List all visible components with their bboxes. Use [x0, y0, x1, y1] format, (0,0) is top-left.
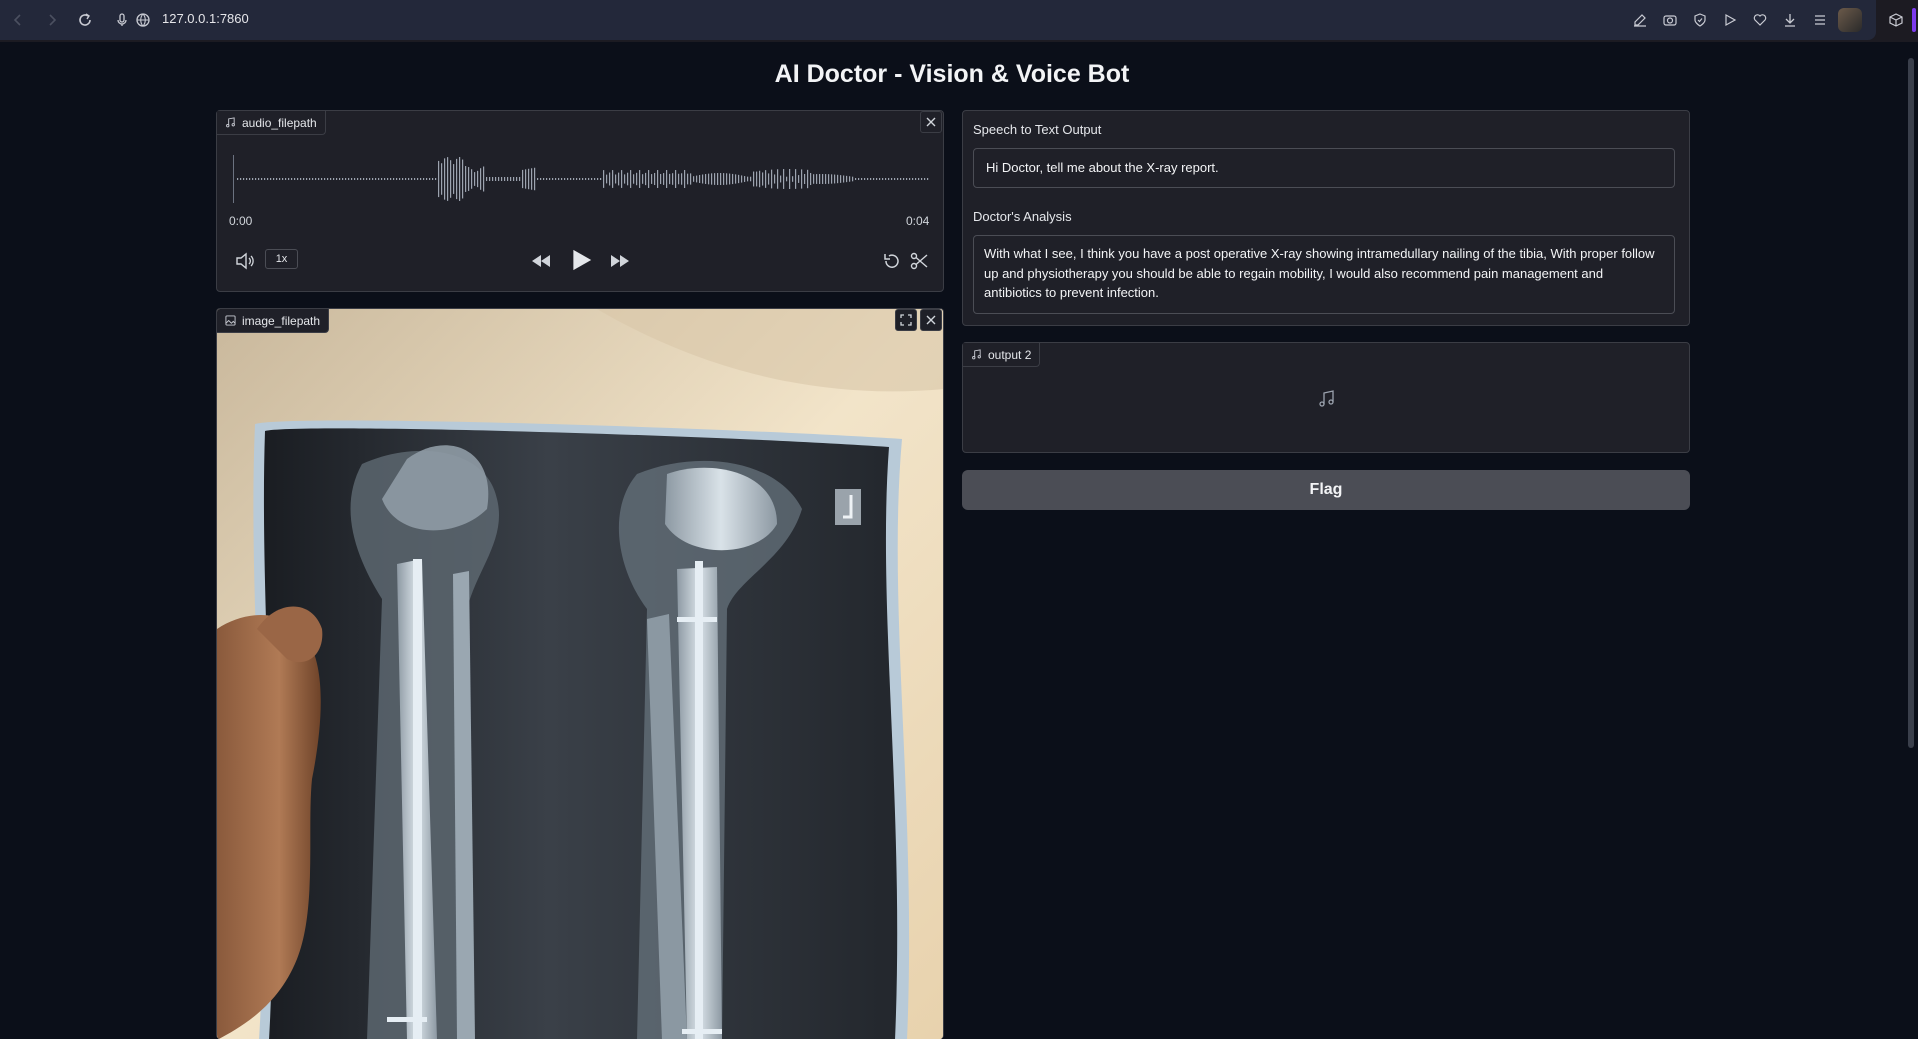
image-input-label: image_filepath — [242, 313, 321, 328]
page-title: AI Doctor - Vision & Voice Bot — [774, 60, 1130, 88]
sidebar-accent — [1912, 8, 1916, 32]
volume-icon — [236, 252, 254, 270]
fast-forward-button[interactable] — [607, 249, 633, 273]
clear-image-button[interactable] — [920, 309, 942, 331]
close-icon — [926, 315, 936, 325]
download-icon[interactable] — [1780, 10, 1800, 30]
music-note-icon — [226, 117, 235, 128]
audio-output-panel: output 2 — [962, 342, 1690, 453]
image-icon — [225, 315, 236, 326]
image-input-panel: image_filepath — [216, 308, 944, 1039]
menu-icon[interactable] — [1810, 10, 1830, 30]
trim-audio-button[interactable] — [907, 249, 931, 273]
browser-chrome: 127.0.0.1:7860 — [0, 0, 1918, 42]
scissors-icon — [910, 252, 928, 270]
fast-forward-icon — [611, 255, 629, 267]
page-scrollbar[interactable] — [1904, 44, 1918, 1039]
image-input-label-chip: image_filepath — [217, 309, 330, 333]
heart-icon[interactable] — [1750, 10, 1770, 30]
rewind-icon — [532, 255, 550, 267]
reload-icon[interactable] — [73, 8, 97, 32]
extensions-cube-icon[interactable] — [1886, 10, 1906, 30]
audio-placeholder-icon — [1319, 390, 1334, 407]
audio-output-label-chip: output 2 — [963, 343, 1041, 367]
audio-current-time: 0:00 — [229, 214, 253, 228]
edit-icon[interactable] — [1630, 10, 1650, 30]
back-icon[interactable] — [6, 8, 30, 32]
camera-icon[interactable] — [1660, 10, 1680, 30]
forward-icon[interactable] — [40, 8, 64, 32]
doctor-analysis-label: Doctor's Analysis — [973, 209, 1072, 224]
audio-input-panel: audio_filepath 0:00 0:04 1x — [216, 110, 944, 292]
audio-total-time: 0:04 — [906, 214, 930, 228]
clear-audio-button[interactable] — [920, 111, 942, 133]
address-bar: 127.0.0.1:7860 — [0, 0, 1876, 40]
close-icon — [926, 117, 936, 127]
flag-button[interactable]: Flag — [962, 470, 1690, 510]
fullscreen-icon — [900, 314, 912, 326]
audio-output-label: output 2 — [988, 347, 1032, 362]
play-button[interactable] — [566, 245, 596, 275]
speech-to-text-label: Speech to Text Output — [973, 122, 1102, 137]
shield-icon[interactable] — [1690, 10, 1710, 30]
audio-input-label-chip: audio_filepath — [217, 111, 326, 135]
play-icon[interactable] — [1720, 10, 1740, 30]
rewind-button[interactable] — [528, 249, 554, 273]
scroll-thumb[interactable] — [1908, 58, 1914, 748]
sidebar-strip — [1878, 0, 1918, 42]
fullscreen-button[interactable] — [895, 309, 917, 331]
profile-avatar[interactable] — [1838, 8, 1862, 32]
speech-to-text-output[interactable]: Hi Doctor, tell me about the X-ray repor… — [973, 148, 1675, 188]
audio-waveform[interactable] — [233, 151, 929, 207]
globe-icon[interactable] — [131, 8, 155, 32]
reset-audio-button[interactable] — [880, 249, 904, 273]
url-text[interactable]: 127.0.0.1:7860 — [162, 11, 249, 26]
undo-icon — [884, 254, 899, 268]
music-note-icon — [972, 349, 981, 360]
doctor-analysis-output[interactable]: With what I see, I think you have a post… — [973, 235, 1675, 314]
outputs-panel: Speech to Text Output Hi Doctor, tell me… — [962, 110, 1690, 326]
play-triangle-icon — [573, 249, 592, 271]
volume-button[interactable] — [233, 249, 257, 273]
playback-speed-button[interactable]: 1x — [265, 249, 298, 269]
audio-input-label: audio_filepath — [242, 115, 317, 130]
xray-image[interactable] — [217, 309, 944, 1039]
